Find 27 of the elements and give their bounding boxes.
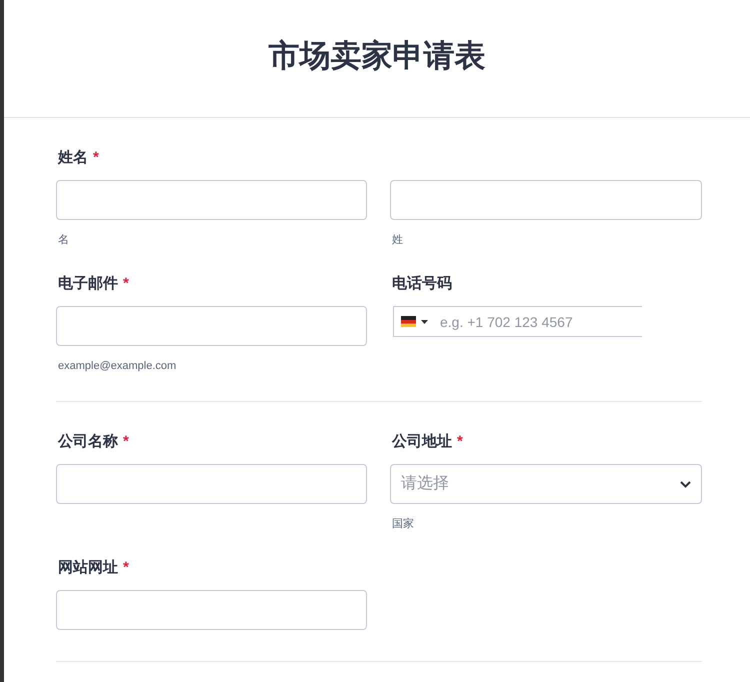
field-label: 电子邮件 [58,274,118,294]
required-mark: * [123,274,129,294]
text-input[interactable] [56,180,367,220]
required-mark: * [457,432,463,452]
text-input[interactable] [56,306,367,346]
caret-icon [421,320,428,324]
text-input[interactable] [56,464,367,504]
required-mark: * [123,432,129,452]
flag-icon [401,316,416,327]
field-sublabel: 国家 [391,517,415,531]
text-input[interactable] [56,590,367,630]
form-title: 市场卖家申请表 [268,36,486,76]
required-mark: * [93,148,99,168]
text-input[interactable] [390,180,702,220]
field-label: 姓名 [58,148,88,168]
chevron-down-icon [680,480,691,488]
phone-field[interactable]: e.g. +1 702 123 4567 [393,306,642,337]
required-mark: * [123,558,129,578]
field-label: 公司地址 [392,432,452,452]
select-field[interactable]: 请选择 [390,464,702,504]
field-sublabel: example@example.com [57,359,178,373]
field-sublabel: 名 [57,233,70,247]
field-label: 网站网址 [58,558,118,578]
field-label: 公司名称 [58,432,118,452]
field-label: 电话号码 [392,274,452,294]
phone-number-input[interactable]: e.g. +1 702 123 4567 [440,307,642,336]
field-sublabel: 姓 [391,233,404,247]
